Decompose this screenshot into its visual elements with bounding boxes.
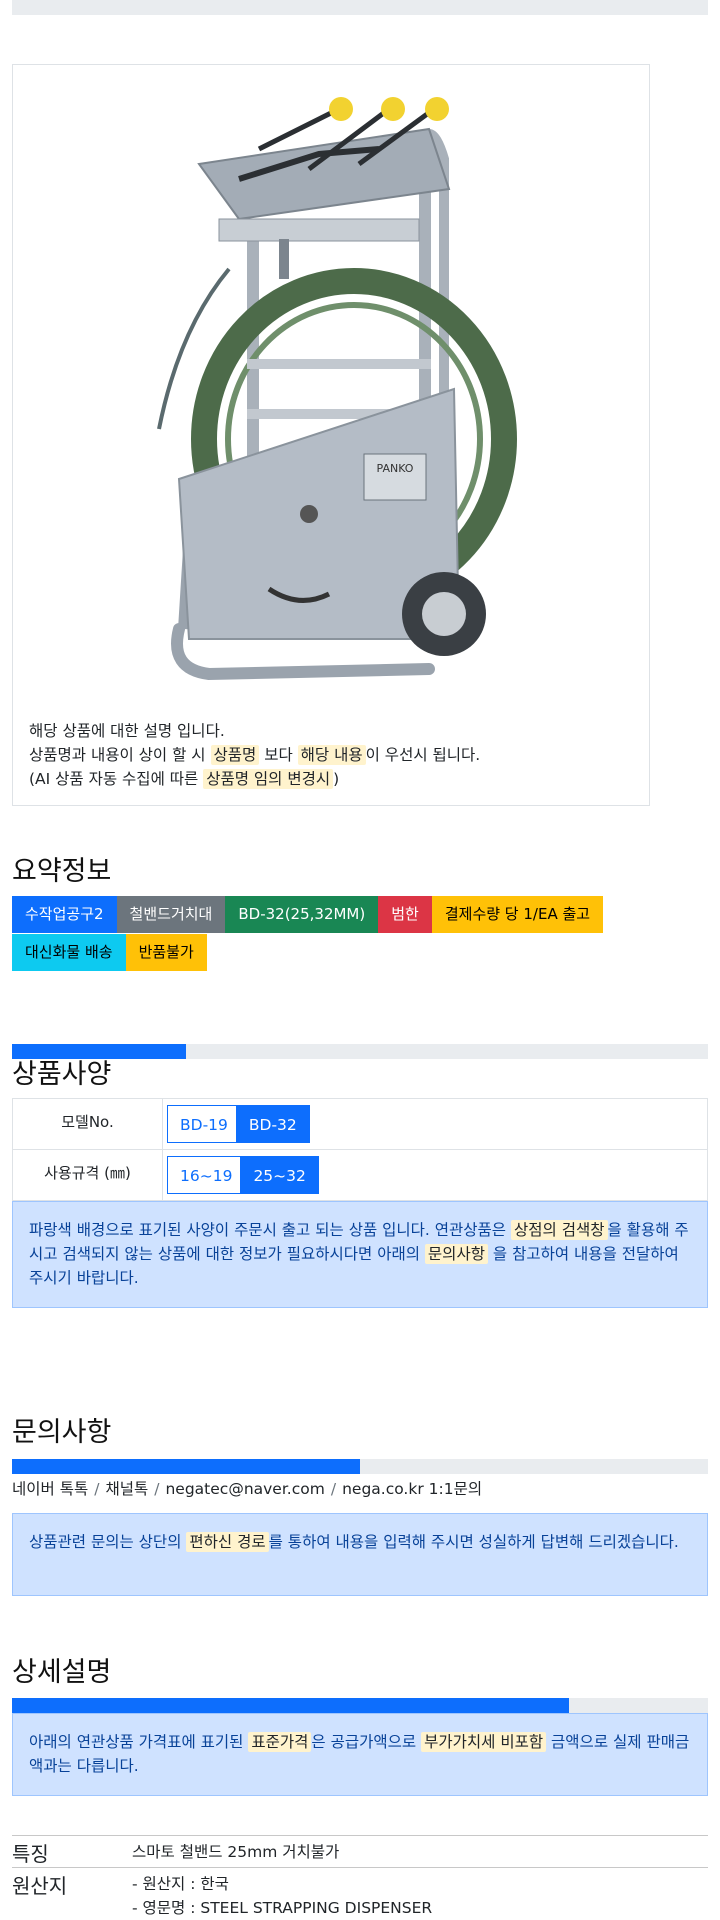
detail-progress-bar (12, 1698, 708, 1713)
spec-progress-bar (12, 1044, 708, 1059)
inquiry-title: 문의사항 (12, 1417, 112, 1448)
option-bd-19[interactable]: BD-19 (167, 1105, 241, 1143)
spec-title: 상품사양 (12, 1059, 112, 1090)
origin-line-1: - 원산지 : 한국 (132, 1875, 229, 1893)
spec-options-model: BD-19 BD-32 (162, 1098, 708, 1150)
contact-links: 네이버 톡톡 / 채널톡 / negatec@naver.com / nega.co.kr … (12, 1480, 483, 1498)
spec-table: 모델No. BD-19 BD-32 사용규격 (㎜) 16~19 25~32 (12, 1098, 708, 1201)
detail-title: 상세설명 (12, 1657, 112, 1688)
brand-plate-text: PANKO (377, 462, 414, 475)
top-progress-bar (12, 0, 708, 15)
summary-badges: 수작업공구2 철밴드거치대 BD-32(25,32MM) 범한 결제수량 당 1/EA … (12, 896, 708, 971)
spec-row-size: 사용규격 (㎜) 16~19 25~32 (12, 1149, 708, 1201)
origin-value: - 원산지 : 한국 - 영문명 : STEEL STRAPPING DISPE… (132, 1872, 432, 1920)
option-bd-32[interactable]: BD-32 (235, 1105, 310, 1143)
detail-row-features: 특징 스마토 철밴드 25mm 거치불가 (12, 1835, 708, 1868)
summary-badge: 수작업공구2 (12, 896, 117, 933)
highlight-rename: 상품명 임의 변경시 (203, 769, 334, 789)
summary-badge: 대신화물 배송 (12, 934, 126, 971)
origin-line-2: - 영문명 : STEEL STRAPPING DISPENSER (132, 1899, 433, 1917)
summary-badge: 반품불가 (125, 934, 207, 971)
option-25-32[interactable]: 25~32 (240, 1156, 319, 1194)
spec-label-size: 사용규격 (㎜) (12, 1149, 163, 1201)
features-key: 특징 (12, 1842, 49, 1866)
contact-website[interactable]: nega.co.kr 1:1문의 (342, 1480, 482, 1498)
inquiry-notice: 상품관련 문의는 상단의 편하신 경로 를 통하여 내용을 입력해 주시면 성실하… (12, 1513, 708, 1596)
highlight-standard-price: 표준가격 (248, 1732, 312, 1752)
features-value: 스마토 철밴드 25mm 거치불가 (132, 1843, 340, 1861)
summary-badge: 범한 (378, 896, 432, 933)
detail-row-origin: 원산지 - 원산지 : 한국 - 영문명 : STEEL STRAPPING D… (12, 1867, 708, 1918)
spec-notice: 파랑색 배경으로 표기된 사양이 주문시 출고 되는 상품 입니다. 연관상품은… (12, 1201, 708, 1308)
contact-channel-talk[interactable]: 채널톡 (105, 1480, 148, 1498)
notice-line-1: 해당 상품에 대한 설명 입니다. (29, 722, 225, 740)
origin-key: 원산지 (12, 1874, 68, 1898)
product-photo: PANKO (157, 97, 517, 681)
contact-naver-talk[interactable]: 네이버 톡톡 (12, 1480, 88, 1498)
summary-badge: BD-32(25,32MM) (225, 896, 379, 933)
highlight-vat: 부가가치세 비포함 (421, 1732, 547, 1752)
option-16-19[interactable]: 16~19 (167, 1156, 246, 1194)
product-notice: 해당 상품에 대한 설명 입니다. 상품명과 내용이 상이 할 시 상품명 보다… (29, 719, 480, 791)
product-image-box: PANKO 해당 상품에 대한 설명 입니다. 상품명과 내용이 상이 할 시 … (12, 64, 650, 806)
summary-title: 요약정보 (12, 856, 112, 887)
summary-badge: 결제수량 당 1/EA 출고 (431, 896, 604, 933)
spec-row-model: 모델No. BD-19 BD-32 (12, 1098, 708, 1150)
highlight-content: 해당 내용 (297, 745, 366, 765)
highlight-product-name: 상품명 (210, 745, 260, 765)
summary-badge: 철밴드거치대 (116, 896, 226, 933)
inquiry-progress-bar (12, 1459, 708, 1474)
highlight-inquiry: 문의사항 (424, 1244, 488, 1264)
highlight-route: 편하신 경로 (186, 1532, 269, 1552)
spec-label-model: 모델No. (12, 1098, 163, 1150)
spec-options-size: 16~19 25~32 (162, 1149, 708, 1201)
contact-email[interactable]: negatec@naver.com (165, 1480, 324, 1498)
notice-line-2: 상품명과 내용이 상이 할 시 상품명 보다 해당 내용 이 우선시 됩니다. (29, 745, 481, 765)
detail-notice: 아래의 연관상품 가격표에 표기된 표준가격 은 공급가액으로 부가가치세 비포함… (12, 1713, 708, 1796)
notice-line-3: (AI 상품 자동 수집에 따른 상품명 임의 변경시) (29, 769, 340, 789)
highlight-search: 상점의 검색창 (511, 1220, 608, 1240)
